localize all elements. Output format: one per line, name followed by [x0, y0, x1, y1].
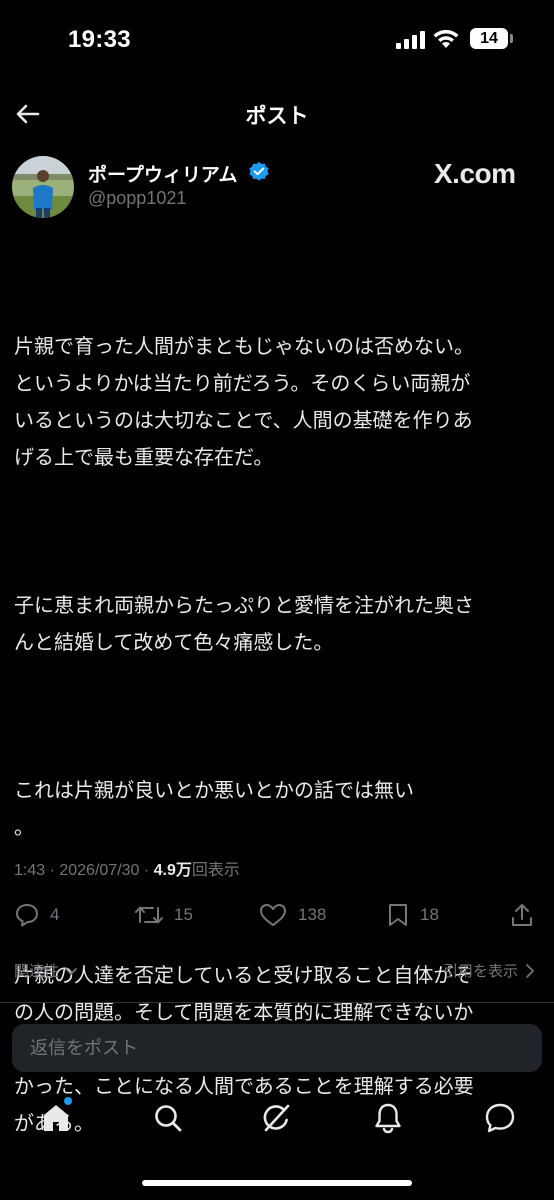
battery-tip — [510, 34, 513, 43]
meta-separator: · — [139, 862, 154, 879]
post-paragraph-3: これは片親が良いとか悪いとかの話では無い 。 — [14, 778, 414, 839]
views-label: 回表示 — [191, 862, 240, 879]
repost-count: 15 — [174, 905, 193, 924]
action-bar: 4 15 138 18 — [0, 896, 554, 936]
meta-separator: · — [45, 862, 60, 879]
divider — [0, 1002, 554, 1003]
relevance-label: 関連性 — [14, 962, 60, 980]
verified-badge-icon — [249, 162, 269, 181]
avatar[interactable] — [12, 156, 74, 218]
reply-icon — [16, 904, 38, 927]
heart-icon — [260, 904, 286, 926]
grok-icon[interactable] — [258, 1100, 294, 1136]
wifi-icon — [433, 30, 459, 48]
chevron-right-icon — [526, 963, 534, 978]
reply-count: 4 — [50, 905, 60, 924]
repost-icon — [135, 906, 163, 924]
reply-input[interactable] — [12, 1024, 542, 1072]
bottom-tab-bar — [0, 1090, 554, 1146]
search-icon[interactable] — [150, 1100, 186, 1136]
home-notification-dot — [64, 1097, 72, 1105]
author-name[interactable]: ポープウィリアム — [88, 160, 238, 187]
view-quotes-label: 引用を表示 — [442, 962, 518, 980]
views-count[interactable]: 4.9万 — [154, 862, 192, 879]
author-handle[interactable]: @popp1021 — [88, 188, 186, 209]
like-count: 138 — [298, 905, 327, 924]
status-time: 19:33 — [68, 26, 131, 53]
related-row: 関連性 引用を表示 — [0, 956, 554, 986]
page-title: ポスト — [245, 104, 309, 128]
home-indicator — [142, 1180, 412, 1186]
view-quotes-link[interactable]: 引用を表示 — [443, 960, 536, 981]
signal-icon — [396, 31, 425, 49]
header: ポスト — [0, 90, 554, 138]
post-date: 2026/07/30 — [59, 862, 140, 879]
share-button[interactable] — [510, 902, 534, 928]
xcom-logo: X.com — [434, 158, 516, 189]
post-paragraph-1: 片親で育った人間がまともじゃないのは否めない。 というよりかは当たり前だろう。そ… — [14, 334, 474, 469]
post-meta: 1:43 · 2026/07/30 · 4.9万回表示 — [14, 856, 240, 880]
bookmark-button[interactable]: 18 — [386, 902, 439, 928]
bookmark-count: 18 — [420, 905, 439, 924]
share-icon — [512, 904, 532, 926]
post-time: 1:43 — [14, 862, 46, 879]
status-bar: 19:33 14 — [0, 0, 554, 84]
reply-box — [12, 1024, 542, 1072]
notifications-bell-icon[interactable] — [370, 1100, 406, 1136]
home-icon[interactable] — [38, 1100, 74, 1136]
relevance-sort-dropdown[interactable]: 関連性 — [14, 960, 79, 981]
post-paragraph-2: 子に恵まれ両親からたっぷりと愛情を注がれた奥さ んと結婚して改めて色々痛感した。 — [14, 593, 474, 654]
chevron-down-icon — [65, 967, 77, 975]
battery-icon: 14 — [470, 28, 508, 49]
bookmark-icon — [389, 904, 407, 926]
messages-icon[interactable] — [482, 1100, 518, 1136]
like-button[interactable]: 138 — [258, 902, 326, 928]
repost-button[interactable]: 15 — [134, 902, 193, 928]
reply-button[interactable]: 4 — [14, 902, 59, 928]
